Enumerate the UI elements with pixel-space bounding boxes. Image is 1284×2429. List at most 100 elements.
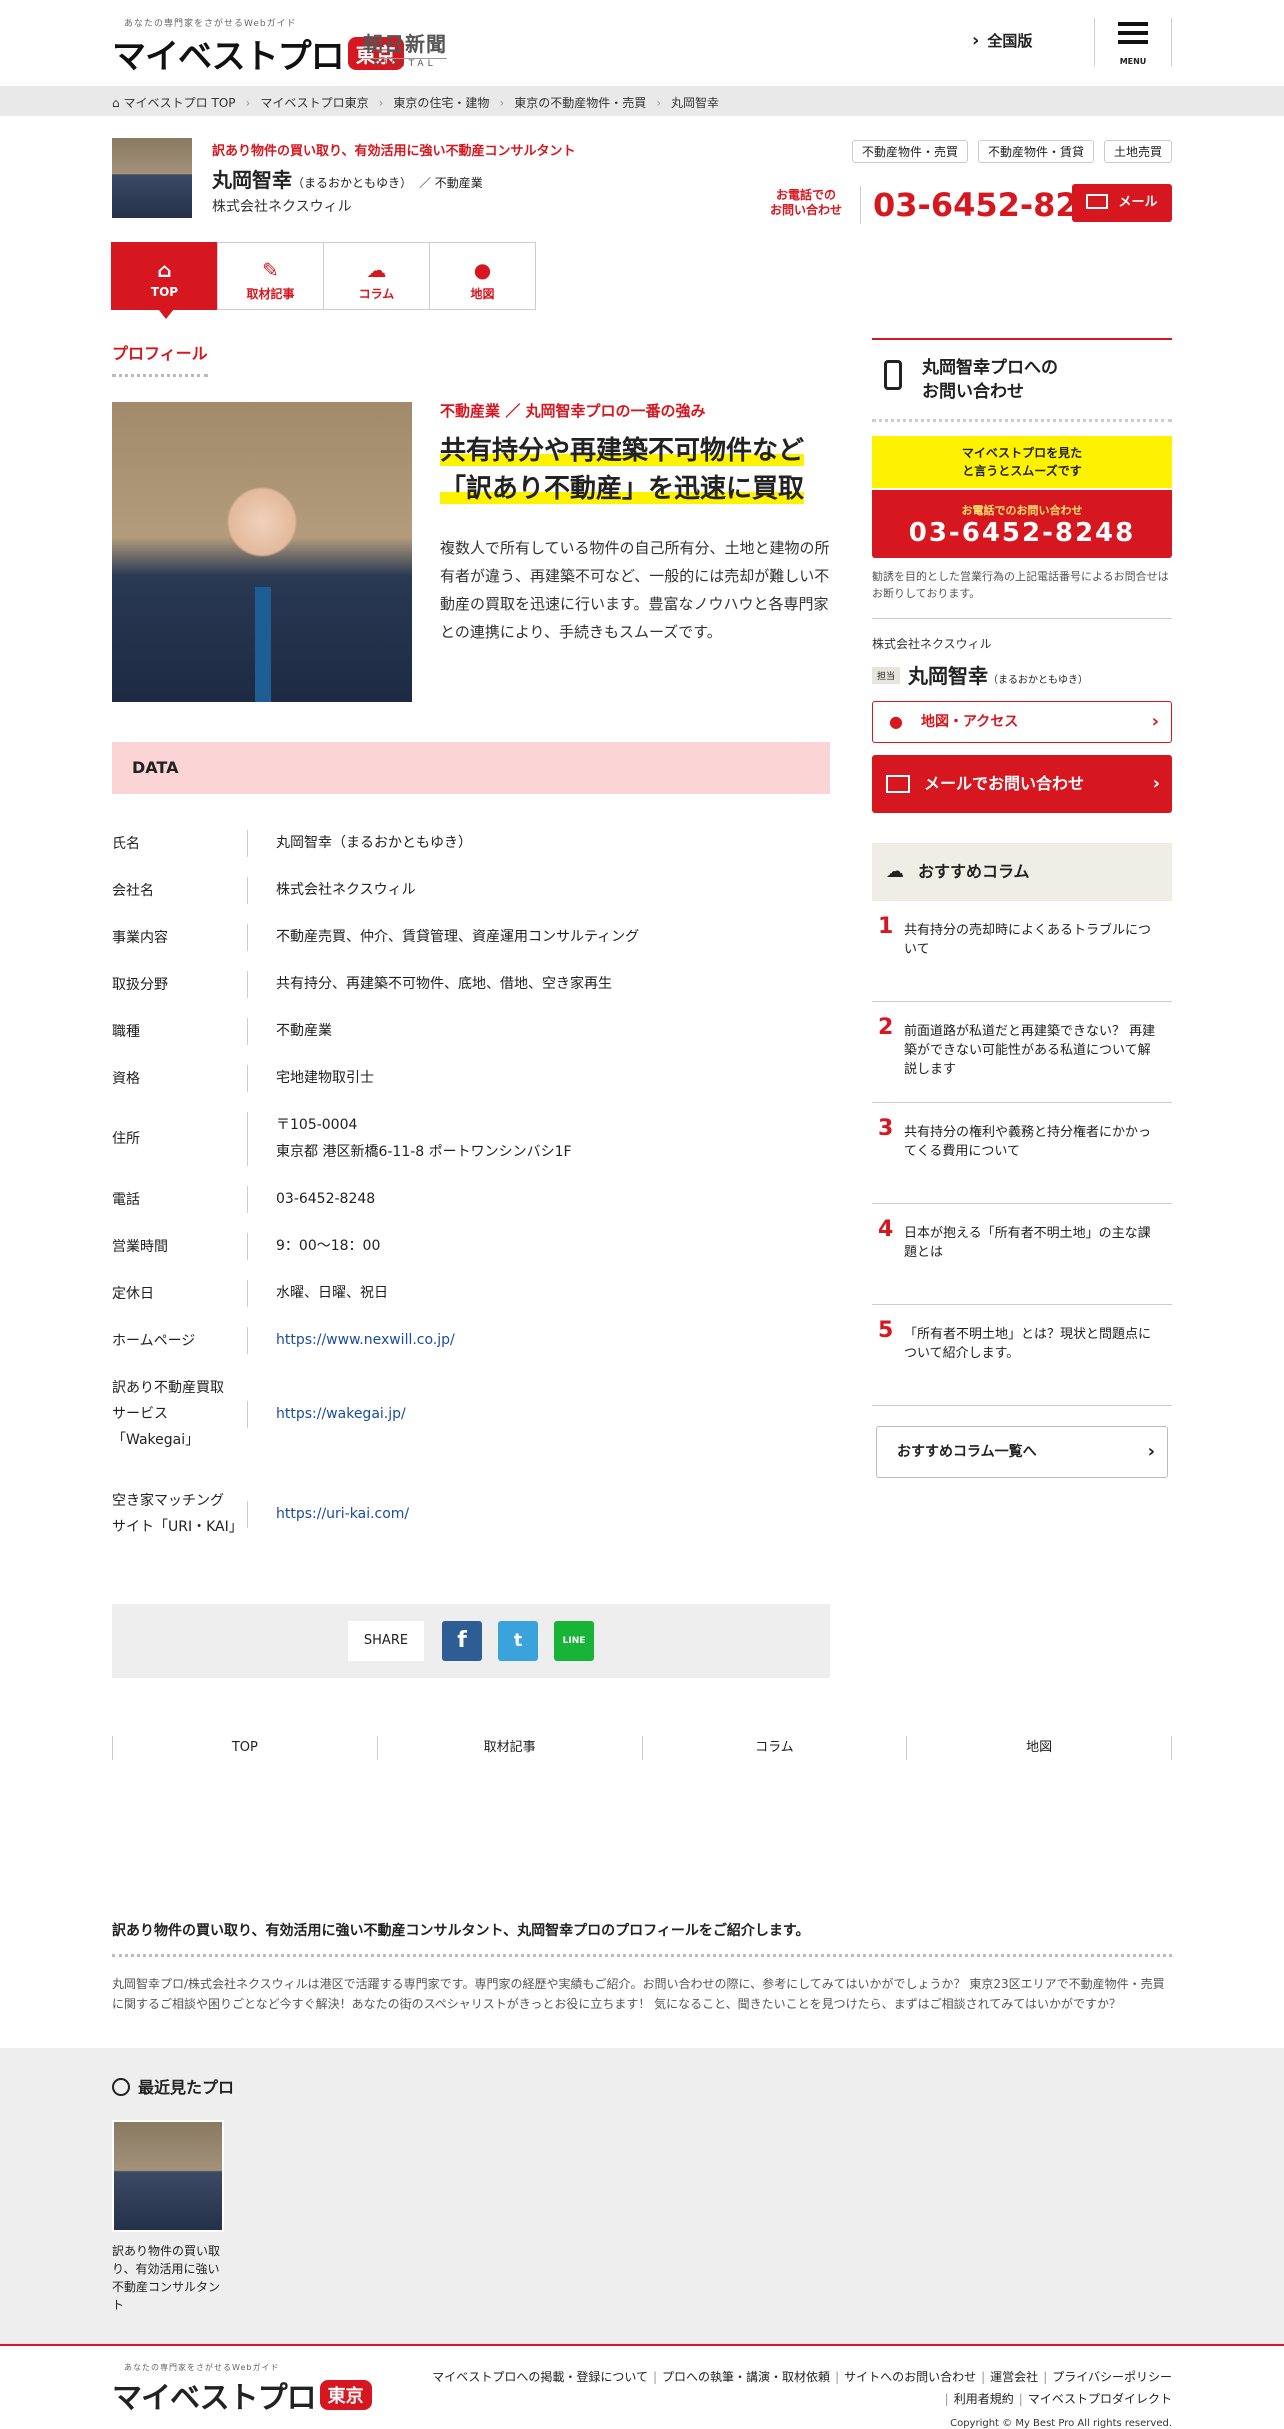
data-label: 事業内容 <box>112 929 168 946</box>
footer-tab-map[interactable]: 地図 <box>907 1736 1172 1760</box>
pencil-icon: ✎ <box>262 258 279 282</box>
data-value: 不動産売買、仲介、賃貸管理、資産運用コンサルティング <box>247 924 830 951</box>
column-item[interactable]: 1 共有持分の売却時によくあるトラブルについて <box>872 901 1172 1002</box>
tab-map[interactable]: ● 地図 <box>429 242 536 310</box>
map-pin-icon: ● <box>473 258 492 282</box>
column-item[interactable]: 5 「所有者不明土地」とは？現状と問題点について紹介します。 <box>872 1305 1172 1406</box>
data-label: 定休日 <box>112 1285 154 1302</box>
column-item[interactable]: 2 前面道路が私道だと再建築できない？ 再建築ができない可能性がある私道について解… <box>872 1002 1172 1103</box>
portrait-tie <box>255 587 271 702</box>
urikai-link[interactable]: https://uri-kai.com/ <box>276 1506 409 1522</box>
pro-name-reading: （まるおかともゆき） <box>292 176 413 190</box>
recommended-columns: ☁ おすすめコラム 1 共有持分の売却時によくあるトラブルについて 2 前面道路が私道… <box>872 843 1172 1478</box>
breadcrumb-item[interactable]: マイベストプロ東京 <box>260 96 368 110</box>
footer-link[interactable]: プライバシーポリシー <box>1052 2370 1172 2384</box>
site-logo[interactable]: あなたの専門家をさがせるWebガイド マイベストプロ 東京 <box>112 16 404 78</box>
data-label: ホームページ <box>112 1332 196 1349</box>
recently-viewed-title: 最近見たプロ <box>112 2074 234 2098</box>
address: 東京都 港区新橋6-11-8 ポートワンシンバシ1F <box>276 1144 572 1160</box>
wakegai-link[interactable]: https://wakegai.jp/ <box>276 1406 406 1422</box>
footer-link[interactable]: マイベストプロダイレクト <box>1028 2392 1172 2406</box>
mail-inquiry-button[interactable]: メールでお問い合わせ › <box>872 755 1172 813</box>
footer-link[interactable]: 運営会社 <box>990 2370 1038 2384</box>
recent-pro-thumbnail[interactable] <box>112 2120 224 2232</box>
footer-tabs: TOP 取材記事 コラム 地図 <box>112 1736 1172 1760</box>
footer-tab-articles[interactable]: 取材記事 <box>378 1736 643 1760</box>
pro-occupation: ／ 不動産業 <box>418 176 483 190</box>
breadcrumb-separator: › <box>499 96 505 110</box>
logo-tagline: あなたの専門家をさがせるWebガイド <box>124 19 297 29</box>
footer-logo[interactable]: あなたの専門家をさがせるWebガイド マイベストプロ 東京 <box>112 2362 372 2417</box>
data-row: 空き家マッチングサイト「URI・KAI」 https://uri-kai.com/ <box>112 1464 830 1564</box>
strength-title-line: 「訳あり不動産」を迅速に買取 <box>440 474 805 504</box>
footer-link[interactable]: マイベストプロへの掲載・登録について <box>432 2370 648 2384</box>
twitter-share-button[interactable]: t <box>498 1621 538 1661</box>
map-pin-icon: ● <box>889 712 903 731</box>
category-tag[interactable]: 不動産物件・売買 <box>851 140 968 163</box>
strength-title-line: 共有持分や再建築不可物件など <box>440 436 805 466</box>
postal-code: 〒105-0004 <box>276 1117 358 1133</box>
contact-title-line: 丸岡智幸プロへの <box>922 358 1058 378</box>
strength-title: 共有持分や再建築不可物件など 「訳あり不動産」を迅速に買取 <box>440 432 830 508</box>
contact-title-line: お問い合わせ <box>922 382 1024 402</box>
data-value: 株式会社ネクスウィル <box>247 877 830 904</box>
footer-link[interactable]: プロへの執筆・講演・取材依頼 <box>662 2370 830 2384</box>
data-label: 氏名 <box>112 835 140 852</box>
breadcrumb-item[interactable]: マイベストプロ TOP <box>123 96 235 110</box>
footer-logo-tagline: あなたの専門家をさがせるWebガイド <box>124 2363 280 2372</box>
recent-pro-caption[interactable]: 訳あり物件の買い取り、有効活用に強い不動産コンサルタント <box>112 2242 228 2314</box>
data-value: 不動産業 <box>247 1018 830 1045</box>
data-row: 取扱分野 共有持分、再建築不可物件、底地、借地、空き家再生 <box>112 961 830 1008</box>
column-item[interactable]: 4 日本が抱える「所有者不明土地」の主な課題とは <box>872 1204 1172 1305</box>
column-item[interactable]: 3 共有持分の権利や義務と持分権者にかかってくる費用について <box>872 1103 1172 1204</box>
sidebar-name-reading: （まるおかともゆき） <box>988 675 1089 686</box>
category-tag[interactable]: 不動産物件・賃貸 <box>977 140 1094 163</box>
pro-header: 訳あり物件の買い取り、有効活用に強い不動産コンサルタント 丸岡智幸（まるおかとも… <box>112 136 1172 236</box>
footer-tab-column[interactable]: コラム <box>643 1736 908 1760</box>
menu-button[interactable]: MENU <box>1094 18 1172 66</box>
footer-logo-badge: 東京 <box>319 2380 372 2410</box>
tab-articles[interactable]: ✎ 取材記事 <box>217 242 324 310</box>
chevron-right-icon: › <box>972 30 980 51</box>
data-value: https://wakegai.jp/ <box>247 1400 830 1428</box>
all-columns-button[interactable]: おすすめコラム一覧へ › <box>876 1426 1168 1478</box>
category-tag[interactable]: 土地売買 <box>1103 140 1172 163</box>
data-row: 職種 不動産業 <box>112 1008 830 1055</box>
map-access-button[interactable]: ● 地図・アクセス › <box>872 701 1172 743</box>
mail-button[interactable]: メール <box>1072 184 1172 222</box>
footer-link[interactable]: 利用者規約 <box>954 2392 1014 2406</box>
strength-label: 不動産業 ／ 丸岡智幸プロの一番の強み <box>440 402 706 420</box>
national-edition-link[interactable]: › 全国版 <box>972 30 1032 51</box>
envelope-icon <box>1086 194 1109 209</box>
breadcrumb-item[interactable]: 東京の不動産物件・売買 <box>514 96 646 110</box>
tab-column[interactable]: ☁ コラム <box>323 242 430 310</box>
facebook-share-button[interactable]: f <box>442 1621 482 1661</box>
homepage-link[interactable]: https://www.nexwill.co.jp/ <box>276 1332 455 1348</box>
line-share-button[interactable]: LINE <box>554 1621 594 1661</box>
partner-logo[interactable]: 朝日新聞 DIGITAL <box>363 28 447 69</box>
share-label: SHARE <box>348 1621 424 1661</box>
data-value: https://www.nexwill.co.jp/ <box>247 1327 830 1354</box>
tab-label: コラム <box>358 287 395 301</box>
sidebar-company: 株式会社ネクスウィル <box>872 637 992 651</box>
sidebar-tel-box[interactable]: お電話でのお問い合わせ 03-6452-8248 <box>872 490 1172 558</box>
data-label: 電話 <box>112 1191 140 1208</box>
all-columns-label: おすすめコラム一覧へ <box>897 1444 1037 1460</box>
column-rank: 2 <box>878 1015 894 1040</box>
data-row: 氏名 丸岡智幸（まるおかともゆき） <box>112 820 830 867</box>
chat-icon: ☁ <box>366 258 387 282</box>
copyright: Copyright © My Best Pro All rights reser… <box>950 2418 1172 2429</box>
pro-tagline: 訳あり物件の買い取り、有効活用に強い不動産コンサルタント <box>212 144 576 159</box>
tab-top[interactable]: ⌂ TOP <box>111 242 218 319</box>
site-header: あなたの専門家をさがせるWebガイド マイベストプロ 東京 朝日新聞 DIGITA… <box>0 0 1284 84</box>
footer-tab-top[interactable]: TOP <box>113 1736 378 1760</box>
footer-link[interactable]: サイトへのお問い合わせ <box>844 2370 976 2384</box>
mention-notice-line: マイベストプロを見た <box>961 446 1083 460</box>
pro-name: 丸岡智幸（まるおかともゆき） ／ 不動産業 <box>212 164 483 193</box>
data-row: 電話 03-6452-8248 <box>112 1176 830 1223</box>
sidebar-tel-label: お電話でのお問い合わせ <box>961 504 1083 517</box>
breadcrumb-item[interactable]: 東京の住宅・建物 <box>393 96 489 110</box>
data-row: 資格 宅地建物取引士 <box>112 1055 830 1102</box>
breadcrumb: ⌂ マイベストプロ TOP › マイベストプロ東京 › 東京の住宅・建物 › 東京の不動産物… <box>0 86 1284 116</box>
data-row: 訳あり不動産買取サービス「Wakegai」 https://wakegai.jp/ <box>112 1364 830 1464</box>
